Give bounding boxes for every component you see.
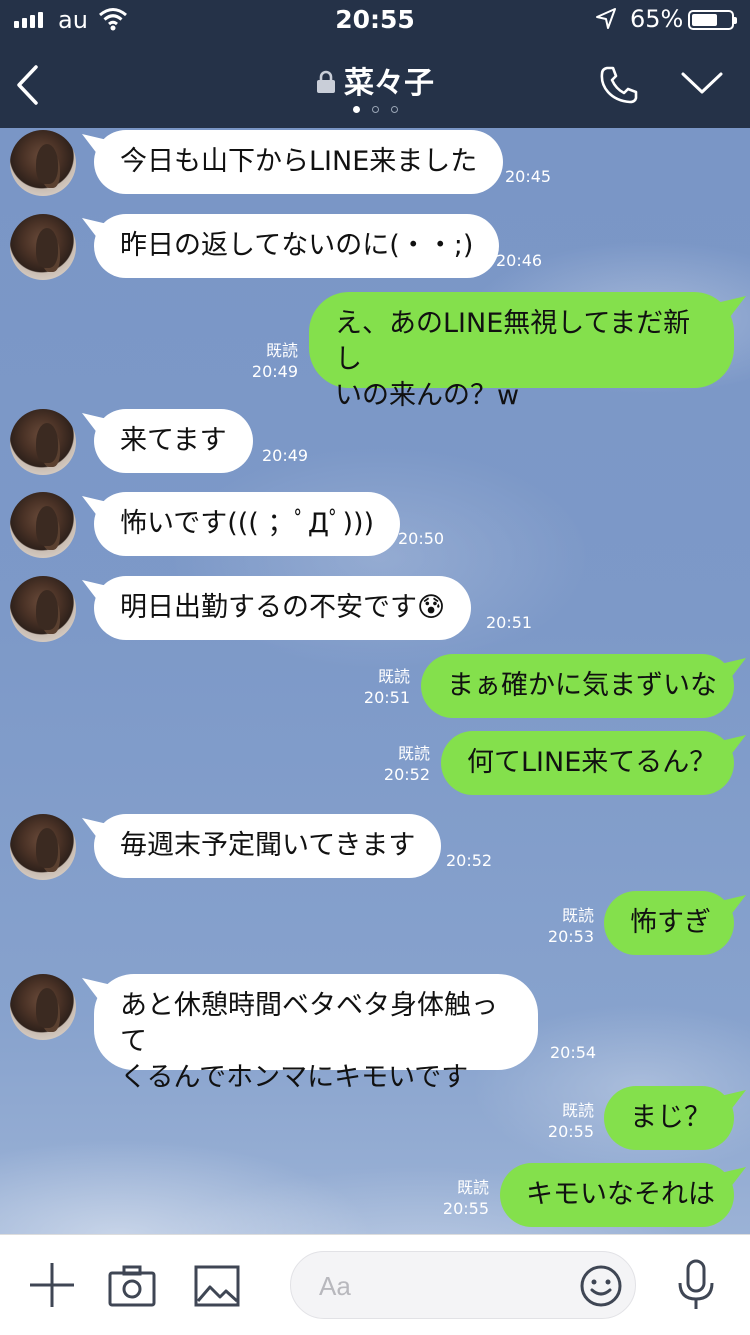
read-receipt: 既読: [561, 1101, 594, 1120]
incoming-message-bubble[interactable]: あと休憩時間ベタベタ身体触って くるんでホンマにキモいです: [94, 974, 538, 1093]
camera-icon[interactable]: [108, 1265, 156, 1311]
phone-icon[interactable]: [598, 64, 640, 110]
message-text: まじ？: [630, 1102, 711, 1133]
message-time: 20:55: [442, 1199, 489, 1218]
message-text: キモいなそれは: [526, 1179, 715, 1210]
page-dot: [390, 106, 398, 113]
page-dot: [352, 106, 360, 113]
page-dot: [371, 106, 379, 113]
message-text: 怖いです((( ；ﾟДﾟ))): [120, 508, 375, 539]
message-text: 明日出勤するの不安です😰: [120, 592, 446, 623]
message-text: 怖すぎ: [630, 907, 711, 938]
smiley-icon[interactable]: [579, 1264, 623, 1312]
plus-icon[interactable]: [28, 1261, 76, 1313]
message-time: 20:51: [486, 613, 533, 632]
message-text: 今日も山下からLINE来ました: [120, 146, 478, 177]
message-text: 来てます: [120, 425, 227, 456]
chevron-down-icon[interactable]: [680, 70, 724, 100]
avatar[interactable]: [10, 214, 76, 280]
message-text: まぁ確かに気まずいな: [447, 670, 717, 701]
message-time: 20:46: [496, 251, 543, 270]
message-meta: 既読 20:55: [431, 1177, 489, 1219]
message-meta: 既読 20:52: [372, 743, 430, 785]
read-receipt: 既読: [397, 744, 430, 763]
outgoing-message-bubble[interactable]: え、あのLINE無視してまだ新し いの来んの？w: [309, 292, 734, 411]
message-text: 毎週末予定聞いてきます: [120, 830, 416, 861]
read-receipt: 既読: [456, 1178, 489, 1197]
message-meta: 既読 20:55: [536, 1100, 594, 1142]
message-time: 20:53: [547, 927, 594, 946]
incoming-message-bubble[interactable]: 明日出勤するの不安です😰: [94, 576, 472, 640]
avatar[interactable]: [10, 814, 76, 880]
message-meta: 既読 20:53: [536, 905, 594, 947]
location-arrow-icon: [594, 6, 618, 38]
message-time: 20:52: [446, 851, 493, 870]
message-time: 20:49: [251, 362, 298, 381]
incoming-message-bubble[interactable]: 来てます: [94, 409, 253, 473]
outgoing-message-bubble[interactable]: 怖すぎ: [604, 891, 734, 955]
avatar[interactable]: [10, 576, 76, 642]
message-text-line: くるんでホンマにキモいです: [120, 1062, 469, 1093]
microphone-icon[interactable]: [676, 1259, 716, 1315]
chat-area[interactable]: 今日も山下からLINE来ました 20:45 昨日の返してないのに(・・;) 20…: [0, 128, 750, 1234]
image-icon[interactable]: [194, 1265, 240, 1311]
message-time: 20:52: [383, 765, 430, 784]
status-bar: au 20:55 65%: [0, 0, 750, 40]
battery-icon: [688, 10, 737, 30]
outgoing-message-bubble[interactable]: 何てLINE来てるん？: [441, 731, 734, 795]
incoming-message-bubble[interactable]: 昨日の返してないのに(・・;): [94, 214, 500, 278]
chat-title: 菜々子: [344, 66, 434, 101]
message-time: 20:51: [363, 688, 410, 707]
message-text: 何てLINE来てるん？: [467, 747, 717, 778]
lock-icon: [316, 67, 336, 102]
message-text-line: あと休憩時間ベタベタ身体触って: [120, 990, 498, 1057]
outgoing-message-bubble[interactable]: まぁ確かに気まずいな: [421, 654, 734, 718]
message-input-field[interactable]: [290, 1251, 636, 1319]
message-time: 20:55: [547, 1122, 594, 1141]
battery-percentage: 65%: [630, 5, 684, 33]
message-meta: 既読 20:51: [352, 666, 410, 708]
read-receipt: 既読: [377, 667, 410, 686]
message-input[interactable]: [317, 1266, 571, 1306]
message-text-line: いの来んの？w: [335, 380, 520, 411]
message-meta: 既読 20:49: [240, 340, 298, 382]
message-input-bar: [0, 1234, 750, 1335]
incoming-message-bubble[interactable]: 今日も山下からLINE来ました: [94, 130, 504, 194]
avatar[interactable]: [10, 130, 76, 196]
read-receipt: 既読: [265, 341, 298, 360]
incoming-message-bubble[interactable]: 怖いです((( ；ﾟДﾟ))): [94, 492, 401, 556]
message-text: 昨日の返してないのに(・・;): [120, 230, 474, 261]
avatar[interactable]: [10, 492, 76, 558]
message-time: 20:49: [262, 446, 309, 465]
message-time: 20:50: [398, 529, 445, 548]
chat-header: 菜々子: [0, 40, 750, 128]
outgoing-message-bubble[interactable]: キモいなそれは: [500, 1163, 734, 1227]
message-time: 20:45: [505, 167, 552, 186]
read-receipt: 既読: [561, 906, 594, 925]
avatar[interactable]: [10, 974, 76, 1040]
message-time: 20:54: [550, 1043, 597, 1062]
message-text-line: え、あのLINE無視してまだ新し: [335, 308, 691, 375]
incoming-message-bubble[interactable]: 毎週末予定聞いてきます: [94, 814, 442, 878]
avatar[interactable]: [10, 409, 76, 475]
outgoing-message-bubble[interactable]: まじ？: [604, 1086, 734, 1150]
